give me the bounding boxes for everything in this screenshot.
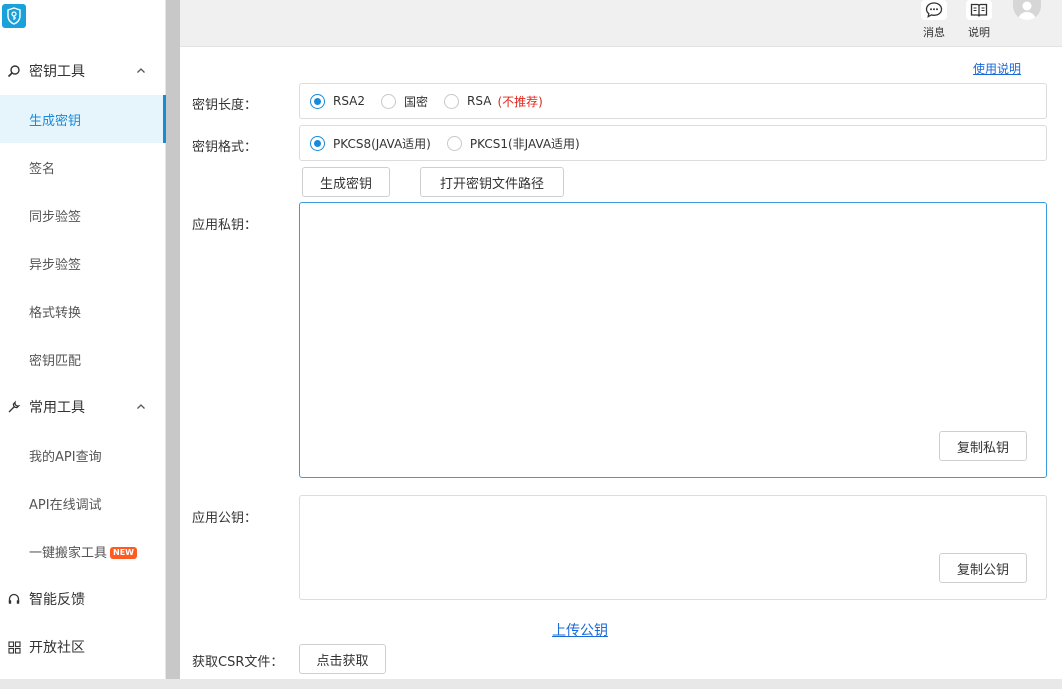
book-icon bbox=[966, 0, 992, 20]
sidebar-item-key-match[interactable]: 密钥匹配 bbox=[0, 335, 166, 383]
sidebar-group-common-tools[interactable]: 常用工具 bbox=[0, 383, 166, 431]
sidebar-group-key-tools[interactable]: 密钥工具 bbox=[0, 47, 166, 95]
generate-key-button[interactable]: 生成密钥 bbox=[302, 167, 390, 197]
public-key-label: 应用公钥： bbox=[192, 511, 258, 526]
key-length-label: 密钥长度： bbox=[192, 98, 258, 113]
chat-bubble-icon bbox=[921, 0, 947, 20]
radio-indicator bbox=[310, 135, 325, 151]
sidebar-item-label: 格式转换 bbox=[29, 305, 82, 321]
radio-label: PKCS8(JAVA适用) bbox=[333, 136, 431, 151]
sidebar-item-my-api[interactable]: 我的API查询 bbox=[0, 431, 166, 479]
wrench-icon bbox=[6, 399, 22, 415]
sidebar-group-label: 密钥工具 bbox=[29, 64, 85, 80]
key-length-radio-group: RSA2 国密 RSA (不推荐) bbox=[299, 83, 1047, 119]
sidebar-item-sync-verify[interactable]: 同步验签 bbox=[0, 191, 166, 239]
sidebar-group-feedback[interactable]: 智能反馈 bbox=[0, 575, 166, 623]
messages-button[interactable]: 消息 bbox=[916, 0, 952, 46]
sidebar-item-label: 签名 bbox=[29, 161, 56, 177]
sidebar-item-label: 密钥匹配 bbox=[29, 353, 82, 369]
sidebar-item-async-verify[interactable]: 异步验签 bbox=[0, 239, 166, 287]
chevron-up-icon[interactable] bbox=[134, 64, 148, 78]
sidebar-item-label: 异步验签 bbox=[29, 257, 82, 273]
radio-indicator bbox=[444, 93, 460, 109]
sidebar-item-label: 一键搬家工具 NEW bbox=[29, 542, 137, 561]
radio-pkcs1[interactable]: PKCS1(非JAVA适用) bbox=[446, 135, 580, 152]
docs-label: 说明 bbox=[968, 26, 990, 39]
sidebar-item-label: API在线调试 bbox=[29, 497, 102, 513]
radio-rsa2[interactable]: RSA2 bbox=[310, 93, 366, 109]
avatar[interactable] bbox=[1013, 0, 1041, 20]
sidebar-item-sign[interactable]: 签名 bbox=[0, 143, 166, 191]
radio-rsa[interactable]: RSA (不推荐) bbox=[444, 93, 543, 110]
radio-sm2[interactable]: 国密 bbox=[381, 93, 428, 110]
grid-icon bbox=[6, 639, 22, 655]
radio-label: PKCS1(非JAVA适用) bbox=[469, 136, 580, 151]
shield-key-icon bbox=[7, 7, 21, 25]
sidebar-item-migration-tool[interactable]: 一键搬家工具 NEW bbox=[0, 527, 166, 575]
private-key-label: 应用私钥： bbox=[192, 218, 258, 233]
sidebar-group-community[interactable]: 开放社区 bbox=[0, 623, 166, 671]
radio-label: 国密 bbox=[404, 94, 429, 109]
radio-indicator bbox=[310, 93, 325, 109]
messages-label: 消息 bbox=[923, 26, 945, 39]
app-window: 密钥工具 生成密钥 签名 同步验签 异步验签 格式转换 密钥匹配 常用工具 我的… bbox=[0, 0, 1062, 689]
main-panel: 使用说明 密钥长度： RSA2 国密 RSA (不推荐) 密钥格式： PKCS8 bbox=[180, 47, 1062, 679]
open-key-path-button[interactable]: 打开密钥文件路径 bbox=[420, 167, 564, 197]
top-header: 消息 说明 bbox=[180, 0, 1062, 47]
csr-label: 获取CSR文件： bbox=[192, 655, 284, 670]
radio-indicator bbox=[446, 135, 462, 151]
key-format-radio-group: PKCS8(JAVA适用) PKCS1(非JAVA适用) bbox=[299, 125, 1047, 161]
sidebar: 密钥工具 生成密钥 签名 同步验签 异步验签 格式转换 密钥匹配 常用工具 我的… bbox=[0, 0, 166, 689]
sidebar-item-label: 同步验签 bbox=[29, 209, 82, 225]
copy-public-key-button[interactable]: 复制公钥 bbox=[939, 553, 1027, 583]
sidebar-item-label: 我的API查询 bbox=[29, 449, 102, 465]
new-badge: NEW bbox=[110, 546, 137, 559]
private-key-textarea[interactable] bbox=[299, 202, 1047, 478]
sidebar-scrollbar[interactable] bbox=[166, 0, 180, 689]
user-icon bbox=[1018, 1, 1036, 20]
sidebar-group-label: 智能反馈 bbox=[29, 592, 85, 608]
sidebar-item-generate-key[interactable]: 生成密钥 bbox=[0, 95, 166, 143]
help-link[interactable]: 使用说明 bbox=[973, 60, 1021, 77]
docs-button[interactable]: 说明 bbox=[961, 0, 997, 46]
chevron-up-icon[interactable] bbox=[134, 400, 148, 414]
key-format-label: 密钥格式： bbox=[192, 140, 258, 155]
headset-icon bbox=[6, 591, 22, 607]
app-logo bbox=[2, 4, 26, 28]
copy-private-key-button[interactable]: 复制私钥 bbox=[939, 431, 1027, 461]
window-bottom-edge bbox=[0, 679, 1062, 689]
sidebar-item-api-debug[interactable]: API在线调试 bbox=[0, 479, 166, 527]
sidebar-item-text: 一键搬家工具 bbox=[29, 545, 108, 561]
get-csr-button[interactable]: 点击获取 bbox=[299, 644, 386, 674]
radio-indicator bbox=[381, 93, 397, 109]
search-icon bbox=[6, 63, 22, 79]
sidebar-group-label: 常用工具 bbox=[29, 400, 85, 416]
not-recommended-note: (不推荐) bbox=[497, 94, 543, 109]
radio-label: RSA2 bbox=[333, 94, 366, 108]
radio-pkcs8[interactable]: PKCS8(JAVA适用) bbox=[310, 135, 431, 152]
public-key-textarea[interactable] bbox=[299, 495, 1047, 600]
sidebar-item-label: 生成密钥 bbox=[29, 113, 82, 129]
radio-label: RSA bbox=[467, 94, 492, 108]
upload-public-key-link[interactable]: 上传公钥 bbox=[552, 620, 608, 640]
sidebar-item-format-convert[interactable]: 格式转换 bbox=[0, 287, 166, 335]
sidebar-group-label: 开放社区 bbox=[29, 640, 85, 656]
